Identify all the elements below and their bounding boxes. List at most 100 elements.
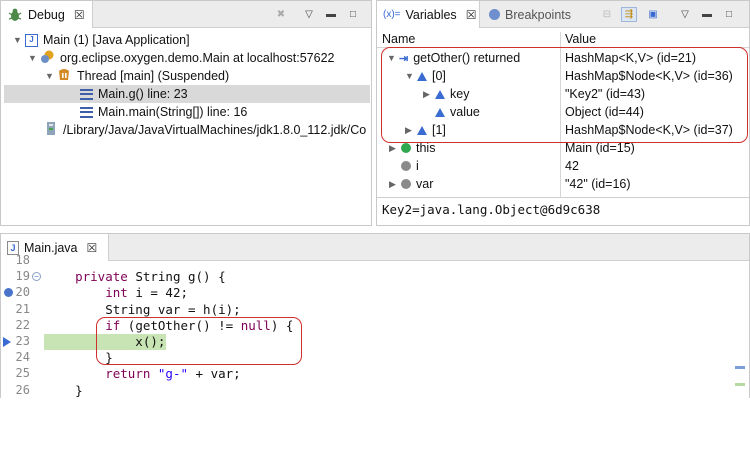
tree-label: Main.main(String[]) line: 16 — [98, 105, 248, 119]
line-number: 25 — [15, 366, 30, 381]
instruction-pointer-icon — [3, 337, 11, 347]
tab-debug[interactable]: Debug ☒ — [1, 1, 93, 28]
detail-pane-text[interactable]: Key2=java.lang.Object@6d9c638 — [382, 202, 600, 217]
tree-label: /Library/Java/JavaVirtualMachines/jdk1.8… — [63, 123, 367, 137]
variable-value-text: Main (id=15) — [565, 141, 635, 155]
variable-name: i — [416, 159, 419, 173]
code-token: String g() { — [127, 269, 226, 285]
expanded-chevron-icon[interactable]: ▼ — [28, 53, 40, 63]
tab-variables[interactable]: (x)= Variables ☒ — [377, 1, 480, 28]
code-text[interactable]: int i = 42; — [45, 285, 188, 301]
close-icon[interactable]: ☒ — [74, 8, 85, 22]
tree-label: org.eclipse.oxygen.demo.Main at localhos… — [60, 51, 335, 65]
variable-name: this — [416, 141, 436, 155]
maximize-icon[interactable]: □ — [345, 7, 361, 22]
stack-frame-icon — [80, 106, 93, 118]
code-keyword: int — [105, 285, 128, 301]
code-line[interactable]: 20 int i = 42; — [0, 285, 730, 301]
thread-suspended-icon — [57, 67, 72, 85]
collapse-all-icon[interactable]: ⊟ — [599, 7, 615, 22]
tree-row-vm[interactable]: ▼ org.eclipse.oxygen.demo.Main at localh… — [28, 49, 334, 67]
variable-row-var[interactable]: ▶ var — [389, 175, 433, 193]
expanded-chevron-icon[interactable]: ▼ — [13, 35, 25, 45]
show-type-names-icon[interactable]: ⇶ — [621, 7, 637, 22]
tab-breakpoints-label: Breakpoints — [505, 7, 572, 22]
ruler-marker[interactable] — [735, 383, 745, 386]
ruler-marker[interactable] — [735, 366, 745, 369]
line-number: 18 — [15, 253, 30, 267]
code-text[interactable]: return "g-" + var; — [45, 366, 240, 382]
tree-row-process[interactable]: /Library/Java/JavaVirtualMachines/jdk1.8… — [45, 121, 366, 139]
tab-debug-label: Debug — [28, 7, 65, 22]
tab-variables-label: Variables — [405, 7, 457, 22]
annotation-box-variables — [381, 47, 748, 143]
local-variable-icon — [401, 179, 411, 189]
fold-collapse-icon[interactable]: − — [32, 272, 41, 282]
variables-view: (x)= Variables ☒ Breakpoints ⊟ ⇶ ▣ ▽ ▬ □… — [376, 0, 750, 226]
code-text[interactable]: String var = h(i); — [45, 301, 241, 318]
variable-value: "42" (id=16) — [565, 175, 631, 193]
local-variable-icon — [401, 143, 411, 153]
column-value-header[interactable]: Value — [565, 32, 596, 46]
close-icon[interactable]: ☒ — [466, 8, 477, 22]
variable-name: var — [416, 177, 434, 191]
tree-row-frame-selected[interactable]: Main.g() line: 23 — [4, 85, 370, 103]
tree-row-frame[interactable]: Main.main(String[]) line: 16 — [80, 103, 247, 121]
variables-icon: (x)= — [383, 9, 401, 20]
maximize-icon[interactable]: □ — [721, 7, 737, 22]
debug-target-icon — [40, 49, 55, 67]
tree-row-thread[interactable]: ▼ Thread [main] (Suspended) — [45, 67, 229, 85]
local-variable-icon — [401, 161, 411, 171]
stack-frame-icon — [80, 88, 93, 100]
minimize-icon[interactable]: ▬ — [699, 7, 715, 22]
collapsed-chevron-icon[interactable]: ▶ — [389, 179, 401, 190]
tree-label: Thread [main] (Suspended) — [77, 69, 230, 83]
column-name-header[interactable]: Name — [382, 32, 415, 46]
code-line[interactable]: 21 String var = h(i); — [0, 302, 730, 318]
column-header: Name Value — [377, 30, 749, 48]
variable-value: 42 — [565, 157, 579, 175]
debug-view: Debug ☒ ✖ ▽ ▬ □ ▼ J Main (1) [Java Appli… — [0, 0, 372, 226]
variable-value-text: "42" (id=16) — [565, 177, 631, 191]
line-number: 24 — [15, 350, 30, 365]
code-keyword: return — [105, 366, 151, 382]
debug-tabbar: Debug ☒ ✖ ▽ ▬ □ — [1, 1, 371, 28]
tree-row-launch[interactable]: ▼ J Main (1) [Java Application] — [13, 31, 190, 49]
variable-row-i[interactable]: i — [401, 157, 419, 175]
tree-label: Main (1) [Java Application] — [43, 33, 190, 47]
view-menu-chevron-icon[interactable]: ▽ — [301, 7, 317, 22]
remove-terminated-icon[interactable]: ✖ — [273, 7, 289, 22]
breakpoint-icon — [489, 9, 500, 20]
tree-label: Main.g() line: 23 — [98, 87, 188, 101]
code-string: "g-" — [157, 366, 189, 382]
overview-ruler[interactable] — [733, 261, 749, 399]
code-token: String var = h(i); — [45, 301, 241, 317]
line-number: 22 — [15, 317, 30, 332]
view-menu-chevron-icon[interactable]: ▽ — [677, 7, 693, 22]
code-token: } — [45, 382, 83, 398]
annotation-box-editor — [96, 317, 302, 365]
bug-icon — [8, 8, 22, 21]
tab-breakpoints[interactable]: Breakpoints — [483, 1, 577, 28]
variables-tabbar: (x)= Variables ☒ Breakpoints ⊟ ⇶ ▣ ▽ ▬ □ — [377, 1, 749, 28]
code-text[interactable]: } — [45, 383, 83, 399]
line-number: 19 — [15, 269, 30, 284]
code-line[interactable]: 18 — [0, 253, 730, 269]
line-number: 26 — [15, 382, 30, 397]
code-text[interactable]: private String g() { — [45, 269, 226, 285]
process-icon — [45, 121, 58, 139]
variable-value-text: 42 — [565, 159, 579, 173]
expanded-chevron-icon[interactable]: ▼ — [45, 71, 57, 81]
minimize-icon[interactable]: ▬ — [323, 7, 339, 22]
show-logical-structure-icon[interactable]: ▣ — [645, 7, 661, 22]
code-line[interactable]: 26 } — [0, 383, 730, 399]
collapsed-chevron-icon[interactable]: ▶ — [389, 143, 401, 154]
detail-pane-divider[interactable] — [377, 197, 749, 198]
code-line[interactable]: 25 return "g-" + var; — [0, 366, 730, 382]
code-line[interactable]: 19− private String g() { — [0, 269, 730, 285]
code-keyword: private — [75, 269, 128, 285]
